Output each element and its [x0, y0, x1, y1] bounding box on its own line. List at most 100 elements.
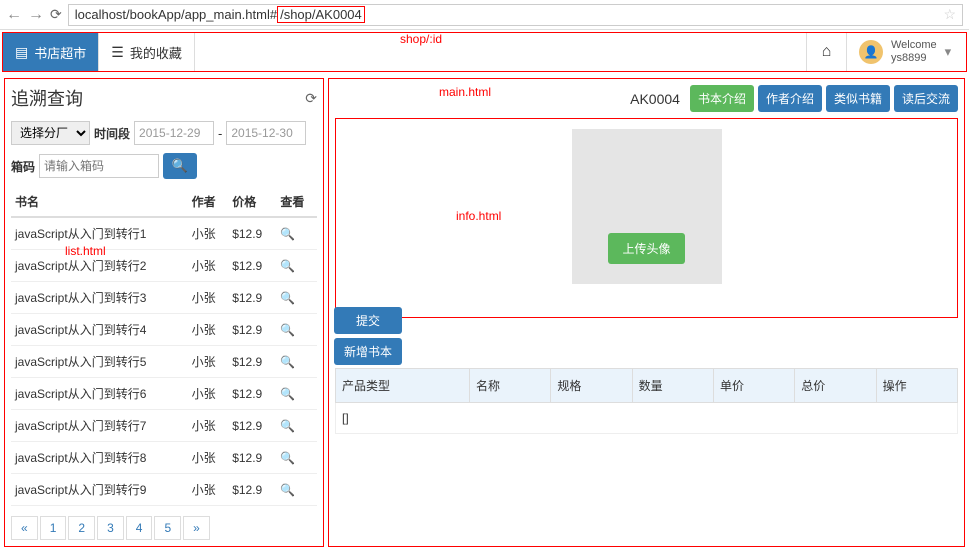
welcome-label: Welcome — [891, 39, 937, 52]
col-view: 查看 — [276, 187, 317, 217]
empty-row: [] — [336, 403, 958, 434]
url-text: localhost/bookApp/app_main.html# — [75, 7, 277, 22]
cell-name: javaScript从入门到转行7 — [11, 410, 188, 442]
box-label: 箱码 — [11, 158, 35, 175]
refresh-icon[interactable]: ⟳ — [305, 90, 317, 107]
factory-select[interactable]: 选择分厂 — [11, 121, 90, 145]
col-type: 产品类型 — [336, 369, 470, 403]
cell-author: 小张 — [188, 314, 229, 346]
search-icon: 🔍 — [172, 158, 188, 174]
cell-price: $12.9 — [228, 217, 276, 250]
cell-name: javaScript从入门到转行6 — [11, 378, 188, 410]
cell-price: $12.9 — [228, 346, 276, 378]
right-panel: main.html AK0004 书本介绍 作者介绍 类似书籍 读后交流 inf… — [328, 78, 965, 547]
upload-avatar-button[interactable]: 上传头像 — [608, 233, 684, 264]
product-table: 产品类型 名称 规格 数量 单价 总价 操作 [] — [335, 368, 958, 434]
username-label: ys8899 — [891, 52, 937, 65]
col-price: 价格 — [228, 187, 276, 217]
cell-price: $12.9 — [228, 282, 276, 314]
cell-author: 小张 — [188, 217, 229, 250]
col-qty: 数量 — [632, 369, 713, 403]
pager-link[interactable]: « — [11, 516, 38, 540]
col-spec: 规格 — [551, 369, 632, 403]
table-row: javaScript从入门到转行8小张$12.9🔍 — [11, 442, 317, 474]
table-row: javaScript从入门到转行7小张$12.9🔍 — [11, 410, 317, 442]
cell-price: $12.9 — [228, 314, 276, 346]
cell-price: $12.9 — [228, 474, 276, 506]
cell-author: 小张 — [188, 410, 229, 442]
tab-discussion[interactable]: 读后交流 — [894, 85, 958, 112]
cell-author: 小张 — [188, 474, 229, 506]
col-author: 作者 — [188, 187, 229, 217]
view-icon[interactable]: 🔍 — [280, 291, 295, 305]
add-book-button[interactable]: 新增书本 — [334, 338, 402, 365]
period-label: 时间段 — [94, 125, 130, 142]
view-icon[interactable]: 🔍 — [280, 259, 295, 273]
item-code: AK0004 — [630, 91, 680, 107]
col-op: 操作 — [876, 369, 957, 403]
caret-down-icon: ▾ — [945, 44, 952, 60]
table-row: javaScript从入门到转行1小张$12.9🔍 — [11, 217, 317, 250]
view-icon[interactable]: 🔍 — [280, 483, 295, 497]
annotation-shop-id: shop/:id — [400, 32, 442, 46]
col-name: 书名 — [11, 187, 188, 217]
cell-name: javaScript从入门到转行8 — [11, 442, 188, 474]
cell-author: 小张 — [188, 378, 229, 410]
cell-name: javaScript从入门到转行9 — [11, 474, 188, 506]
col-total: 总价 — [795, 369, 876, 403]
left-panel: 追溯查询 ⟳ 选择分厂 时间段 - 箱码 🔍 list.html 书名 作者 价… — [4, 78, 324, 547]
pager-link[interactable]: 3 — [97, 516, 124, 540]
tab-label: 我的收藏 — [130, 43, 182, 62]
view-icon[interactable]: 🔍 — [280, 419, 295, 433]
view-icon[interactable]: 🔍 — [280, 387, 295, 401]
table-row: javaScript从入门到转行5小张$12.9🔍 — [11, 346, 317, 378]
view-icon[interactable]: 🔍 — [280, 451, 295, 465]
cell-author: 小张 — [188, 250, 229, 282]
view-icon[interactable]: 🔍 — [280, 323, 295, 337]
box-code-input[interactable] — [39, 154, 159, 178]
search-button[interactable]: 🔍 — [163, 153, 197, 179]
star-icon[interactable]: ☆ — [943, 6, 956, 23]
tab-book-intro[interactable]: 书本介绍 — [690, 85, 754, 112]
submit-button[interactable]: 提交 — [334, 307, 402, 334]
reload-icon[interactable]: ⟳ — [50, 6, 62, 23]
view-icon[interactable]: 🔍 — [280, 227, 295, 241]
pager-link[interactable]: » — [183, 516, 210, 540]
home-icon: ⌂ — [822, 43, 832, 61]
cell-price: $12.9 — [228, 378, 276, 410]
date-to-input[interactable] — [226, 121, 306, 145]
pager-link[interactable]: 4 — [126, 516, 153, 540]
pager-link[interactable]: 1 — [40, 516, 67, 540]
panel-title: 追溯查询 — [11, 85, 83, 111]
browser-bar: ← → ⟳ localhost/bookApp/app_main.html#/s… — [0, 0, 969, 30]
user-menu[interactable]: 👤 Welcome ys8899 ▾ — [846, 33, 966, 71]
tab-bookstore[interactable]: ▤ 书店超市 — [3, 33, 99, 71]
cell-author: 小张 — [188, 346, 229, 378]
table-row: javaScript从入门到转行4小张$12.9 🔍 — [11, 314, 317, 346]
home-button[interactable]: ⌂ — [806, 33, 846, 71]
table-row: javaScript从入门到转行6小张$12.9 🔍 — [11, 378, 317, 410]
col-unit: 单价 — [713, 369, 794, 403]
tab-similar-books[interactable]: 类似书籍 — [826, 85, 890, 112]
list-icon: ☰ — [111, 44, 124, 61]
pager-link[interactable]: 5 — [154, 516, 181, 540]
url-highlight: /shop/AK0004 — [277, 6, 365, 23]
url-input[interactable]: localhost/bookApp/app_main.html#/shop/AK… — [68, 4, 963, 26]
back-icon[interactable]: ← — [6, 6, 22, 24]
pager: «12345» — [11, 516, 317, 540]
view-icon[interactable]: 🔍 — [280, 355, 295, 369]
date-from-input[interactable] — [134, 121, 214, 145]
col-name: 名称 — [470, 369, 551, 403]
book-icon: ▤ — [15, 44, 28, 61]
annotation-list-html: list.html — [65, 244, 106, 258]
cell-name: javaScript从入门到转行4 — [11, 314, 188, 346]
forward-icon[interactable]: → — [28, 6, 44, 24]
annotation-info-html: info.html — [456, 209, 501, 223]
cell-price: $12.9 — [228, 250, 276, 282]
avatar: 👤 — [859, 40, 883, 64]
image-placeholder: 上传头像 — [572, 129, 722, 284]
tab-author-intro[interactable]: 作者介绍 — [758, 85, 822, 112]
pager-link[interactable]: 2 — [68, 516, 95, 540]
cell-author: 小张 — [188, 282, 229, 314]
tab-favorites[interactable]: ☰ 我的收藏 — [99, 33, 195, 71]
